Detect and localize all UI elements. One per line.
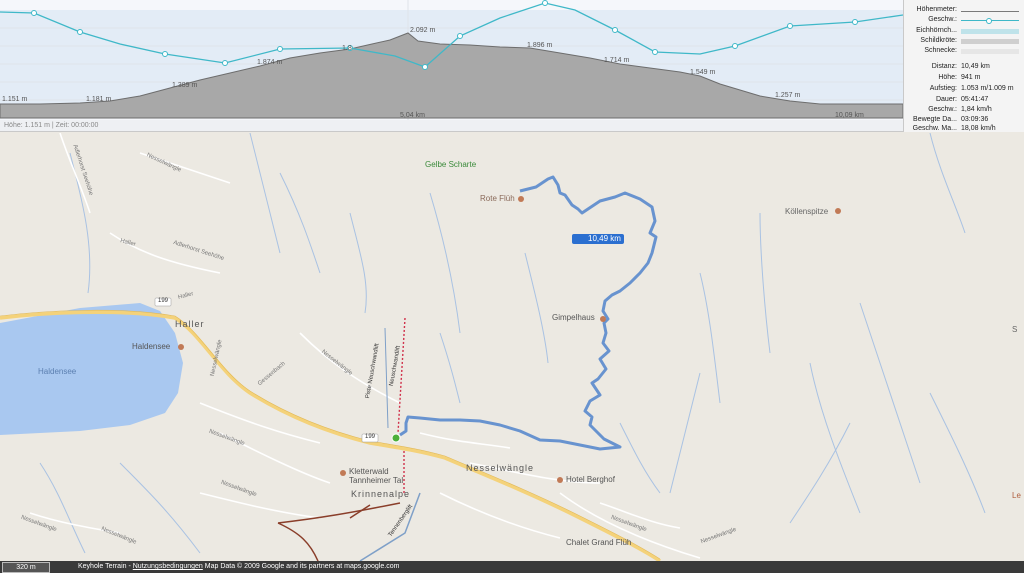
label-chalet-grand-fluh: Chalet Grand Flüh [566,538,632,547]
label-haller-town: Haller [175,319,205,329]
label-krinnenalpe: Krinnenalpe [351,489,411,499]
stat-label: Geschw.: [928,106,957,113]
stat-label: Distanz: [931,63,957,70]
profile-cursor-readout: Höhe: 1.151 m | Zeit: 00:00:00 [0,120,903,132]
profile-graph: 1.151 m 1.181 m 1.389 m 1.874 m 1.8 2.09… [0,0,903,120]
label-kletterwald: Kletterwald [349,467,389,476]
hotel-berghof-poi-icon [557,477,563,483]
legend-swatch-snail [961,49,1019,54]
label-gimpelhaus: Gimpelhaus [552,313,595,322]
label-nesselwaengle-village: Nesselwängle [466,463,535,473]
rote-fluh-poi-icon [518,196,524,202]
koellenspitze-poi-icon [835,208,841,214]
stat-label: Dauer: [935,96,957,103]
route-199-label-a: 199 [158,298,169,304]
map-layer-name: Keyhole Terrain [78,563,127,570]
stat-value: 18,08 km/h [961,125,996,132]
legend-turtle[interactable]: Schildkröte: [904,37,1024,47]
stat-value: 941 m [961,74,981,81]
elev-label-5: 1.8 [342,45,352,52]
stat-label: Geschw. Ma... [912,125,957,132]
stat-ascent: Aufstieg: 1.053 m/1.009 m [904,85,1024,95]
elev-label-2: 1.181 m [86,96,111,103]
distance-badge: 10,49 km [588,234,621,243]
legend-swatch-turtle [961,39,1019,44]
distance-label-end: 10,09 km [835,112,864,119]
stat-value: 03:09:36 [961,116,989,123]
legend-snail[interactable]: Schnecke: [904,47,1024,57]
label-koellenspitze: Köllenspitze [785,207,829,216]
legend-label: Schildkröte: [920,37,957,44]
stat-duration: Dauer: 05:41:47 [904,96,1024,106]
legend-panel: Höhenmeter: Geschw.: Eichhörnch... Schil… [903,0,1024,132]
elev-label-8: 1.714 m [604,57,629,64]
legend-swatch-squirrel [961,29,1019,34]
stat-label: Bewegte Da... [913,116,957,123]
legend-speed[interactable]: Geschw.: [904,16,1024,26]
label-tannheimer-tal: Tannheimer Tal [349,476,404,485]
label-edge-le: Le [1012,491,1021,500]
scale-bar: 320 m [2,562,50,573]
legend-speed-marker [986,18,992,24]
stat-value: 1,84 km/h [961,106,992,113]
map-credit: Map Data © 2009 Google and its partners … [202,563,400,570]
legend-label: Geschw.: [928,16,957,23]
elev-label-6: 2.092 m [410,27,435,34]
label-edge-s: S [1012,325,1018,334]
elev-label-9: 1.549 m [690,69,715,76]
haldensee-poi-icon [178,344,184,350]
stat-label: Höhe: [938,74,957,81]
legend-elevation[interactable]: Höhenmeter: [904,6,1024,16]
kletterwald-poi-icon [340,470,346,476]
label-gelbe-scharte: Gelbe Scharte [425,160,477,169]
legend-swatch-elevation [961,11,1019,12]
stat-speed: Geschw.: 1,84 km/h [904,106,1024,116]
terrain-map[interactable]: Gelbe Scharte Rote Flüh Köllenspitze Gim… [0,133,1024,561]
stat-value: 10,49 km [961,63,990,70]
stat-label: Aufstieg: [929,85,957,92]
label-haldensee-lake: Haldensee [38,367,77,376]
label-rote-fluh: Rote Flüh [480,194,515,203]
gimpelhaus-poi-icon [600,316,606,322]
legend-label: Schnecke: [924,47,957,54]
stat-value: 05:41:47 [961,96,989,103]
label-hotel-berghof: Hotel Berghof [566,475,615,484]
elev-label-1: 1.151 m [2,96,27,103]
map-attribution: Keyhole Terrain - Nutzungsbedingungen Ma… [78,561,399,573]
elev-label-4: 1.874 m [257,59,282,66]
stat-value: 1.053 m/1.009 m [961,85,1014,92]
distance-label-mid: 5,04 km [400,112,425,119]
stat-distance: Distanz: 10,49 km [904,63,1024,73]
terms-link[interactable]: Nutzungsbedingungen [133,563,203,570]
route-199-label-b: 199 [365,434,376,440]
map-footer: 320 m Keyhole Terrain - Nutzungsbedingun… [0,561,1024,573]
start-marker[interactable] [391,433,401,443]
legend-label: Höhenmeter: [916,6,957,13]
label-haldensee-poi: Haldensee [132,342,171,351]
haldensee-lake [0,303,183,435]
stat-altitude: Höhe: 941 m [904,74,1024,84]
elev-label-10: 1.257 m [775,92,800,99]
elevation-profile-chart[interactable]: 1.151 m 1.181 m 1.389 m 1.874 m 1.8 2.09… [0,0,903,121]
legend-label: Eichhörnch... [916,27,957,34]
elev-label-7: 1.896 m [527,42,552,49]
legend-squirrel[interactable]: Eichhörnch... [904,27,1024,37]
elev-label-3: 1.389 m [172,82,197,89]
